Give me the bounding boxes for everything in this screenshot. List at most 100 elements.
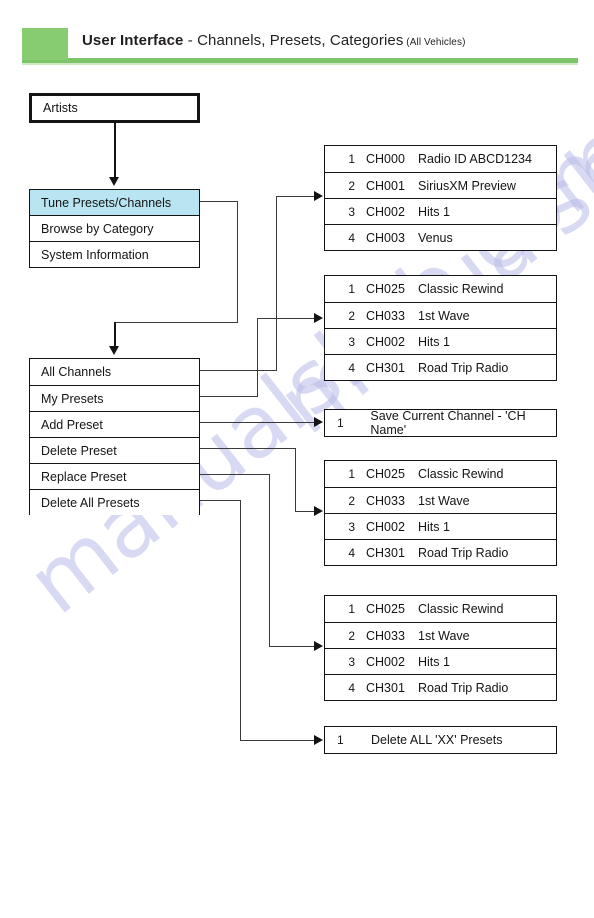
panel-delete-preset-list: 1 CH025 Classic Rewind 2 CH033 1st Wave … bbox=[324, 460, 557, 566]
row-name: 1st Wave bbox=[418, 308, 470, 323]
row-channel: CH002 bbox=[366, 334, 405, 349]
row-number: 4 bbox=[348, 545, 355, 560]
arrowhead-mypresets bbox=[314, 313, 323, 323]
row-name: Classic Rewind bbox=[418, 282, 504, 296]
row-name: Venus bbox=[418, 230, 453, 245]
page-title-subnote: (All Vehicles) bbox=[403, 37, 466, 48]
menu-presets: All Channels My Presets Add Preset Delet… bbox=[29, 358, 200, 515]
row-channel: CH000 bbox=[366, 152, 405, 166]
menu-item-label: Delete All Presets bbox=[41, 495, 140, 510]
menu-item-label: System Information bbox=[41, 247, 149, 262]
row-channel: CH025 bbox=[366, 467, 405, 481]
row-name: Hits 1 bbox=[418, 334, 450, 349]
menu-item-delete-preset[interactable]: Delete Preset bbox=[30, 437, 199, 463]
connector-allchannels-h2 bbox=[276, 196, 318, 197]
entry-box-artists[interactable]: Artists bbox=[29, 93, 200, 123]
row-number: 2 bbox=[348, 628, 355, 643]
menu-item-delete-all-presets[interactable]: Delete All Presets bbox=[30, 489, 199, 515]
row-name: Road Trip Radio bbox=[418, 680, 509, 695]
row-number: 4 bbox=[348, 230, 355, 245]
menu-item-replace-preset[interactable]: Replace Preset bbox=[30, 463, 199, 489]
row-number: 1 bbox=[348, 467, 355, 481]
row-number: 3 bbox=[348, 519, 355, 534]
menu-item-tune-presets-channels[interactable]: Tune Presets/Channels bbox=[30, 190, 199, 215]
row-number: 3 bbox=[348, 334, 355, 349]
row-channel: CH301 bbox=[366, 680, 405, 695]
panel-replace-preset-list: 1 CH025 Classic Rewind 2 CH033 1st Wave … bbox=[324, 595, 557, 701]
row-name: SiriusXM Preview bbox=[418, 178, 516, 193]
row-channel: CH003 bbox=[366, 230, 405, 245]
menu-item-label: Add Preset bbox=[41, 417, 103, 432]
row-name: Classic Rewind bbox=[418, 467, 504, 481]
panel-delete-all-presets-action: 1 Delete ALL 'XX' Presets bbox=[324, 726, 557, 754]
arrowhead-allchannels bbox=[314, 191, 323, 201]
table-row[interactable]: 4 CH003 Venus bbox=[325, 224, 556, 250]
entry-box-row: Artists bbox=[32, 96, 197, 120]
row-channel: CH033 bbox=[366, 493, 405, 508]
arrowhead-deletepreset bbox=[314, 506, 323, 516]
connector-deletepreset-h1 bbox=[200, 448, 296, 449]
table-row[interactable]: 1 CH000 Radio ID ABCD1234 bbox=[325, 146, 556, 172]
row-number: 1 bbox=[337, 416, 344, 430]
panel-add-preset-action: 1 Save Current Channel - 'CH Name' bbox=[324, 409, 557, 437]
row-channel: CH025 bbox=[366, 602, 405, 616]
connector-addpreset-h1 bbox=[200, 422, 318, 423]
row-number: 2 bbox=[348, 308, 355, 323]
connector-tune-v1 bbox=[237, 201, 238, 322]
menu-item-label: Delete Preset bbox=[41, 443, 117, 458]
arrowhead-deleteall bbox=[314, 735, 323, 745]
connector-tune-h1 bbox=[200, 201, 238, 202]
table-row[interactable]: 3 CH002 Hits 1 bbox=[325, 513, 556, 539]
row-channel: CH001 bbox=[366, 178, 405, 193]
row-channel: CH025 bbox=[366, 282, 405, 296]
table-row[interactable]: 1 Save Current Channel - 'CH Name' bbox=[325, 409, 556, 437]
panel-my-presets-list: 1 CH025 Classic Rewind 2 CH033 1st Wave … bbox=[324, 275, 557, 381]
table-row[interactable]: 1 CH025 Classic Rewind bbox=[325, 276, 556, 302]
row-name: 1st Wave bbox=[418, 628, 470, 643]
row-channel: CH033 bbox=[366, 628, 405, 643]
connector-artists-to-menu bbox=[114, 123, 116, 178]
diagram-page: manualshlib.com manualshlib.com User Int… bbox=[0, 0, 594, 918]
menu-item-my-presets[interactable]: My Presets bbox=[30, 385, 199, 411]
row-name: 1st Wave bbox=[418, 493, 470, 508]
header-accent-square bbox=[22, 28, 68, 60]
table-row[interactable]: 4 CH301 Road Trip Radio bbox=[325, 354, 556, 380]
table-row[interactable]: 3 CH002 Hits 1 bbox=[325, 328, 556, 354]
table-row[interactable]: 3 CH002 Hits 1 bbox=[325, 198, 556, 224]
connector-allchannels-v1 bbox=[276, 196, 277, 371]
menu-item-label: Browse by Category bbox=[41, 221, 154, 236]
row-name: Hits 1 bbox=[418, 204, 450, 219]
table-row[interactable]: 4 CH301 Road Trip Radio bbox=[325, 539, 556, 565]
table-row[interactable]: 2 CH033 1st Wave bbox=[325, 487, 556, 513]
table-row[interactable]: 1 Delete ALL 'XX' Presets bbox=[325, 727, 556, 753]
table-row[interactable]: 3 CH002 Hits 1 bbox=[325, 648, 556, 674]
row-channel: CH002 bbox=[366, 204, 405, 219]
row-number: 2 bbox=[348, 493, 355, 508]
menu-item-label: My Presets bbox=[41, 391, 104, 406]
connector-mypresets-v1 bbox=[257, 318, 258, 397]
table-row[interactable]: 2 CH001 SiriusXM Preview bbox=[325, 172, 556, 198]
row-number: 2 bbox=[348, 178, 355, 193]
menu-item-system-information[interactable]: System Information bbox=[30, 241, 199, 267]
menu-item-label: Replace Preset bbox=[41, 469, 127, 484]
table-row[interactable]: 2 CH033 1st Wave bbox=[325, 622, 556, 648]
row-name: Radio ID ABCD1234 bbox=[418, 152, 532, 166]
page-title-rest: - Channels, Presets, Categories bbox=[183, 32, 404, 49]
connector-deleteall-h2 bbox=[240, 740, 318, 741]
table-row[interactable]: 4 CH301 Road Trip Radio bbox=[325, 674, 556, 700]
header-rule bbox=[22, 58, 578, 65]
row-channel: CH301 bbox=[366, 360, 405, 375]
connector-deleteall-h1 bbox=[200, 500, 241, 501]
menu-item-browse-by-category[interactable]: Browse by Category bbox=[30, 215, 199, 241]
table-row[interactable]: 1 CH025 Classic Rewind bbox=[325, 596, 556, 622]
menu-item-add-preset[interactable]: Add Preset bbox=[30, 411, 199, 437]
connector-deleteall-v1 bbox=[240, 500, 241, 741]
table-row[interactable]: 2 CH033 1st Wave bbox=[325, 302, 556, 328]
connector-allchannels-h1 bbox=[200, 370, 277, 371]
connector-deletepreset-v1 bbox=[295, 448, 296, 512]
row-text: Save Current Channel - 'CH Name' bbox=[370, 409, 526, 437]
menu-item-all-channels[interactable]: All Channels bbox=[30, 359, 199, 385]
row-number: 3 bbox=[348, 204, 355, 219]
table-row[interactable]: 1 CH025 Classic Rewind bbox=[325, 461, 556, 487]
page-title-bold: User Interface bbox=[82, 32, 184, 49]
